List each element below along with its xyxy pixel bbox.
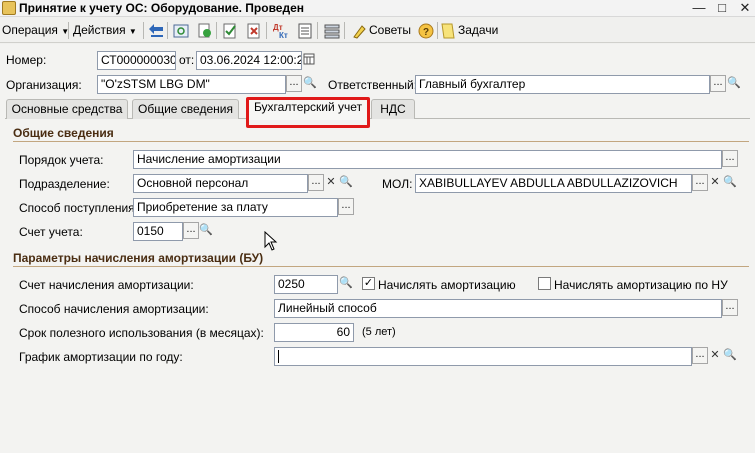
schedule-label: График амортизации по году: xyxy=(19,350,183,364)
minimize-icon[interactable]: — xyxy=(690,0,708,17)
active-tab-highlight xyxy=(246,97,370,128)
general-section-title: Общие сведения xyxy=(13,126,114,140)
toolbar-separator xyxy=(68,22,69,39)
close-icon[interactable]: ✕ xyxy=(736,0,754,17)
tasks-label: Задачи xyxy=(458,23,499,37)
term-label: Срок полезного использования (в месяцах)… xyxy=(19,326,264,340)
responsible-field[interactable]: Главный бухгалтер xyxy=(415,75,710,94)
receipt-label: Способ поступления: xyxy=(19,201,138,215)
account-field[interactable]: 0150 xyxy=(133,222,183,241)
division-field[interactable]: Основной персонал xyxy=(133,174,308,193)
actions-menu-label: Действия xyxy=(73,23,126,37)
charge-amortization-checkbox[interactable]: ✓ xyxy=(362,277,375,290)
tasks-button[interactable]: Задачи xyxy=(441,21,498,40)
amort-account-field[interactable]: 0250 xyxy=(274,275,338,294)
division-select-button[interactable]: ... xyxy=(308,174,324,191)
tips-label: Советы xyxy=(369,23,411,37)
back-arrow-icon[interactable] xyxy=(147,21,165,39)
search-icon[interactable]: 🔍 xyxy=(338,275,354,292)
structure-icon[interactable] xyxy=(322,21,340,39)
toolbar-separator xyxy=(216,22,217,39)
number-label: Номер: xyxy=(6,53,47,67)
charge-amortization-nu-label: Начислять амортизацию по НУ xyxy=(554,278,728,292)
amortization-section-title: Параметры начисления амортизации (БУ) xyxy=(13,251,264,265)
method-label: Способ начисления амортизации: xyxy=(19,302,209,316)
search-icon[interactable]: 🔍 xyxy=(338,174,354,191)
help-icon[interactable]: ? xyxy=(416,21,434,39)
tips-button[interactable]: Советы xyxy=(352,21,411,40)
organization-field[interactable]: "O'zSTSM LBG DM" xyxy=(97,75,286,94)
search-icon[interactable]: 🔍 xyxy=(198,222,214,239)
charge-amortization-label: Начислять амортизацию xyxy=(378,278,516,292)
toolbar: Операция ▼ Действия ▼ Дт Кт Советы ? Зада… xyxy=(0,18,755,43)
toolbar-separator xyxy=(266,22,267,39)
receipt-field[interactable]: Приобретение за плату xyxy=(133,198,338,217)
search-icon[interactable]: 🔍 xyxy=(726,75,742,92)
dt-kt-icon[interactable]: Дт Кт xyxy=(271,21,289,40)
division-label: Подразделение: xyxy=(19,177,110,191)
toolbar-separator xyxy=(143,22,144,39)
clear-icon[interactable]: ✕ xyxy=(323,174,339,191)
responsible-label: Ответственный: xyxy=(328,78,418,92)
responsible-select-button[interactable]: ... xyxy=(710,75,726,92)
tab-vat[interactable]: НДС xyxy=(371,99,415,119)
post-document-icon[interactable] xyxy=(220,21,238,39)
mol-label: МОЛ: xyxy=(382,177,413,191)
account-select-button[interactable]: ... xyxy=(183,222,199,239)
section-divider xyxy=(13,266,749,267)
search-icon[interactable]: 🔍 xyxy=(722,174,738,191)
method-field[interactable]: Линейный способ xyxy=(274,299,722,318)
text-caret xyxy=(278,350,279,364)
organization-select-button[interactable]: ... xyxy=(286,75,302,92)
report-icon[interactable] xyxy=(295,21,313,39)
schedule-select-button[interactable]: ... xyxy=(692,347,708,364)
maximize-icon[interactable]: □ xyxy=(713,0,731,17)
mol-field[interactable]: XABIBULLAYEV ABDULLA ABDULLAZIZOVICH xyxy=(415,174,692,193)
tab-fixed-assets[interactable]: Основные средства xyxy=(6,99,128,119)
date-label: от: xyxy=(179,53,195,67)
method-select-button[interactable]: ... xyxy=(722,299,738,316)
svg-text:?: ? xyxy=(423,27,429,38)
document-icon xyxy=(2,1,16,15)
amort-account-label: Счет начисления амортизации: xyxy=(19,278,194,292)
lightbulb-icon xyxy=(353,25,366,39)
operation-menu[interactable]: Операция ▼ xyxy=(2,21,69,40)
actions-menu[interactable]: Действия ▼ xyxy=(73,21,137,40)
order-label: Порядок учета: xyxy=(19,153,104,167)
operation-menu-label: Операция xyxy=(2,23,58,37)
toolbar-separator xyxy=(317,22,318,39)
search-icon[interactable]: 🔍 xyxy=(722,347,738,364)
charge-amortization-nu-checkbox[interactable] xyxy=(538,277,551,290)
organization-label: Организация: xyxy=(6,78,82,92)
receipt-select-button[interactable]: ... xyxy=(338,198,354,215)
date-field[interactable]: 03.06.2024 12:00:28 xyxy=(196,51,302,70)
toolbar-separator xyxy=(437,22,438,39)
clear-icon[interactable]: ✕ xyxy=(707,174,723,191)
svg-text:Кт: Кт xyxy=(279,31,288,40)
unpost-document-icon[interactable] xyxy=(244,21,262,39)
term-hint: (5 лет) xyxy=(362,326,396,338)
order-select-button[interactable]: ... xyxy=(722,150,738,167)
title-bar: Принятие к учету ОС: Оборудование. Прове… xyxy=(0,0,755,17)
tab-general-info[interactable]: Общие сведения xyxy=(132,99,239,119)
save-icon[interactable] xyxy=(171,21,189,39)
order-field[interactable]: Начисление амортизации xyxy=(133,150,722,169)
term-field[interactable]: 60 xyxy=(274,323,354,342)
clear-icon[interactable]: ✕ xyxy=(707,347,723,364)
schedule-field[interactable] xyxy=(274,347,692,366)
dropdown-arrow-icon: ▼ xyxy=(128,27,137,36)
toolbar-separator xyxy=(167,22,168,39)
calendar-icon[interactable] xyxy=(301,51,317,68)
number-field[interactable]: СТ000000030 xyxy=(97,51,176,70)
copy-icon[interactable] xyxy=(195,21,213,39)
mol-select-button[interactable]: ... xyxy=(692,174,708,191)
window-title: Принятие к учету ОС: Оборудование. Прове… xyxy=(19,1,304,15)
account-label: Счет учета: xyxy=(19,225,83,239)
toolbar-separator xyxy=(344,22,345,39)
section-divider xyxy=(13,141,749,142)
mouse-cursor-icon xyxy=(264,231,278,251)
sticky-note-icon xyxy=(441,23,455,39)
search-icon[interactable]: 🔍 xyxy=(302,75,318,92)
